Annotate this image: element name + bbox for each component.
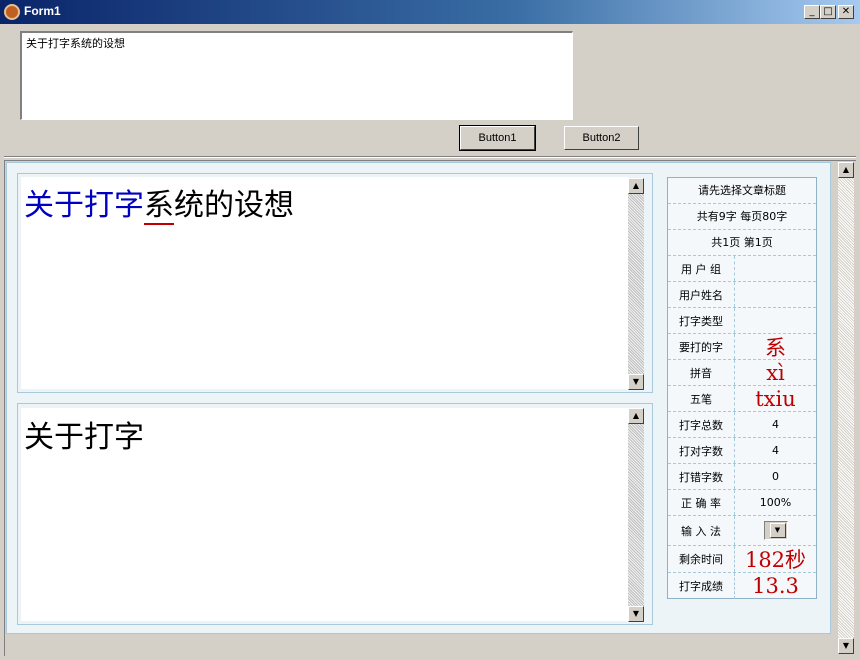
stat-row-time-left: 剩余时间 182秒 — [668, 546, 816, 573]
remaining-chars: 统的设想 — [174, 188, 294, 223]
input-text-area[interactable]: 关于打字 — [21, 408, 629, 621]
stat-label: 五笔 — [668, 386, 735, 411]
reference-text-frame: 关于打字系统的设想 ▲ ▼ — [17, 173, 653, 393]
scroll-up-icon[interactable]: ▲ — [628, 178, 644, 194]
scroll-down-icon[interactable]: ▼ — [628, 374, 644, 390]
stat-row-wubi: 五笔 txiu — [668, 386, 816, 412]
stat-label: 打对字数 — [668, 438, 735, 463]
input-method-select[interactable]: ▼ — [763, 521, 788, 540]
page-info-label: 共1页 第1页 — [668, 230, 816, 256]
stat-row-total-typed: 打字总数 4 — [668, 412, 816, 438]
stat-label: 打字成绩 — [668, 573, 735, 599]
stat-label: 打字类型 — [668, 308, 735, 333]
stat-label: 正 确 率 — [668, 490, 735, 515]
maximize-button[interactable]: □ — [820, 5, 836, 19]
input-scrollbar[interactable]: ▲ ▼ — [628, 408, 644, 622]
reference-text: 关于打字系统的设想 — [24, 180, 294, 225]
target-char-value: 系 — [765, 335, 786, 360]
window-title: Form1 — [24, 4, 61, 18]
wubi-value: txiu — [755, 386, 796, 411]
stat-label: 剩余时间 — [668, 546, 735, 572]
stat-row-input-method: 输 入 法 ▼ — [668, 516, 816, 546]
stat-label: 打字总数 — [668, 412, 735, 437]
stat-row-target-char: 要打的字 系 — [668, 334, 816, 360]
typed-chars: 关于打字 — [24, 188, 144, 223]
stat-label: 输 入 法 — [668, 516, 735, 545]
scroll-down-icon[interactable]: ▼ — [628, 606, 644, 622]
stat-value — [735, 282, 816, 307]
scroll-up-icon[interactable]: ▲ — [628, 408, 644, 424]
current-char: 系 — [144, 188, 174, 225]
stat-row-pinyin: 拼音 xì — [668, 360, 816, 386]
stat-value: 4 — [772, 418, 779, 431]
stat-row-user-group: 用 户 组 — [668, 256, 816, 282]
stat-row-correct: 打对字数 4 — [668, 438, 816, 464]
stat-row-typing-type: 打字类型 — [668, 308, 816, 334]
stats-panel: 请先选择文章标题 共有9字 每页80字 共1页 第1页 用 户 组 用户姓名 打… — [667, 177, 817, 599]
scroll-up-icon[interactable]: ▲ — [838, 162, 854, 178]
divider — [4, 156, 856, 158]
stat-label: 要打的字 — [668, 334, 735, 359]
input-text: 关于打字 — [24, 420, 144, 455]
stat-label: 用户姓名 — [668, 282, 735, 307]
stat-row-accuracy: 正 确 率 100% — [668, 490, 816, 516]
close-button[interactable]: ✕ — [838, 5, 854, 19]
horizontal-scroll-area — [6, 636, 838, 654]
stat-value: 0 — [772, 470, 779, 483]
main-vertical-scrollbar[interactable]: ▲ ▼ — [838, 162, 854, 654]
stat-row-user-name: 用户姓名 — [668, 282, 816, 308]
input-method-cell: ▼ — [735, 516, 816, 545]
stat-label: 拼音 — [668, 360, 735, 385]
dropdown-arrow-icon[interactable]: ▼ — [769, 523, 786, 538]
stat-value: 4 — [772, 444, 779, 457]
button1[interactable]: Button1 — [459, 125, 536, 151]
scroll-down-icon[interactable]: ▼ — [838, 638, 854, 654]
window-titlebar[interactable]: Form1 _ □ ✕ — [0, 0, 860, 24]
time-left-value: 182秒 — [744, 548, 807, 572]
reference-text-area[interactable]: 关于打字系统的设想 — [21, 177, 629, 389]
char-info-label: 共有9字 每页80字 — [668, 204, 816, 230]
app-icon[interactable] — [4, 4, 20, 20]
input-text-frame: 关于打字 ▲ ▼ — [17, 403, 653, 625]
reference-scrollbar[interactable]: ▲ ▼ — [628, 178, 644, 390]
button2[interactable]: Button2 — [564, 126, 639, 150]
stat-value — [735, 256, 816, 281]
stat-row-wrong: 打错字数 0 — [668, 464, 816, 490]
stat-value: 100% — [759, 496, 792, 509]
article-memo[interactable]: 关于打字系统的设想 — [20, 31, 573, 120]
stat-row-score: 打字成绩 13.3 — [668, 573, 816, 599]
stat-label: 打错字数 — [668, 464, 735, 489]
score-value: 13.3 — [752, 574, 799, 598]
minimize-button[interactable]: _ — [804, 5, 820, 19]
stat-label: 用 户 组 — [668, 256, 735, 281]
stat-value — [735, 308, 816, 333]
choose-title-label: 请先选择文章标题 — [668, 178, 816, 204]
pinyin-value: xì — [766, 360, 785, 385]
